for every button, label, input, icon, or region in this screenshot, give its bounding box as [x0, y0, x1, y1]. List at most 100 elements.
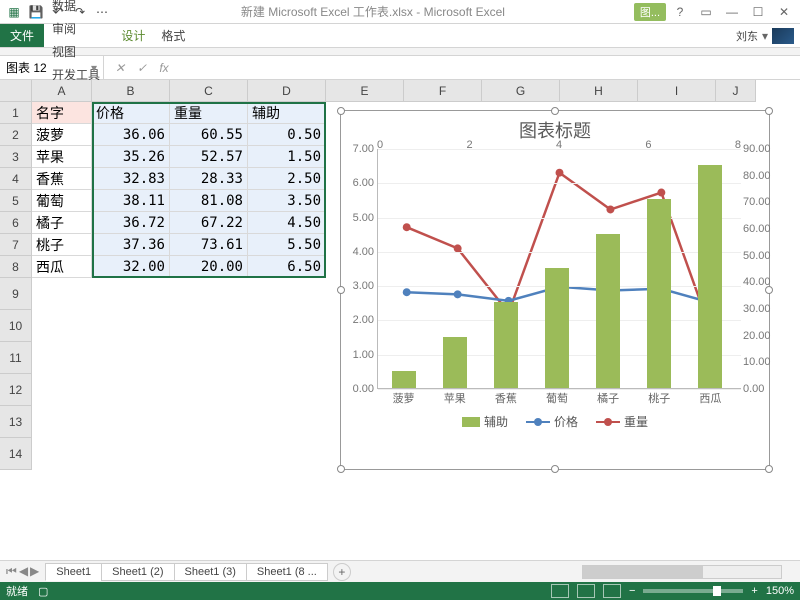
row-header-5[interactable]: 5: [0, 190, 32, 212]
col-header-H[interactable]: H: [560, 80, 638, 102]
legend-item[interactable]: 价格: [526, 413, 578, 430]
cell-C4[interactable]: 28.33: [170, 168, 248, 190]
record-macro-icon[interactable]: ▢: [38, 585, 48, 598]
row-header-2[interactable]: 2: [0, 124, 32, 146]
cell-D2[interactable]: 0.50: [248, 124, 326, 146]
close-icon[interactable]: ✕: [772, 2, 796, 22]
tab-设计[interactable]: 设计: [113, 24, 153, 47]
row-header-13[interactable]: 13: [0, 406, 32, 438]
embedded-chart[interactable]: 图表标题 02468 0.001.002.003.004.005.006.007…: [340, 110, 770, 470]
formula-input[interactable]: [180, 56, 800, 79]
cell-C1[interactable]: 重量: [170, 102, 248, 124]
cell-B8[interactable]: 32.00: [92, 256, 170, 278]
zoom-out-icon[interactable]: −: [629, 585, 635, 597]
user-name[interactable]: 刘东: [736, 28, 758, 44]
accept-formula-icon[interactable]: ✓: [134, 61, 150, 75]
cell-C6[interactable]: 67.22: [170, 212, 248, 234]
cell-A8[interactable]: 西瓜: [32, 256, 92, 278]
legend-item[interactable]: 重量: [596, 413, 648, 430]
cell-D3[interactable]: 1.50: [248, 146, 326, 168]
col-header-C[interactable]: C: [170, 80, 248, 102]
row-header-10[interactable]: 10: [0, 310, 32, 342]
view-page-layout-icon[interactable]: [577, 584, 595, 598]
chart-bar[interactable]: [698, 165, 722, 388]
cell-A4[interactable]: 香蕉: [32, 168, 92, 190]
zoom-in-icon[interactable]: +: [751, 585, 757, 597]
cancel-formula-icon[interactable]: ✕: [112, 61, 128, 75]
cell-D1[interactable]: 辅助: [248, 102, 326, 124]
cell-D7[interactable]: 5.50: [248, 234, 326, 256]
sheet-tab[interactable]: Sheet1 (2): [101, 563, 174, 581]
cell-B6[interactable]: 36.72: [92, 212, 170, 234]
user-dropdown-icon[interactable]: ▾: [762, 29, 768, 43]
fx-icon[interactable]: fx: [156, 61, 172, 75]
cell-A2[interactable]: 菠萝: [32, 124, 92, 146]
add-sheet-button[interactable]: +: [333, 563, 351, 581]
help-icon[interactable]: ?: [668, 2, 692, 22]
row-header-6[interactable]: 6: [0, 212, 32, 234]
row-header-1[interactable]: 1: [0, 102, 32, 124]
view-page-break-icon[interactable]: [603, 584, 621, 598]
tab-数据[interactable]: 数据: [44, 0, 113, 17]
cell-A5[interactable]: 葡萄: [32, 190, 92, 212]
cell-D8[interactable]: 6.50: [248, 256, 326, 278]
row-header-12[interactable]: 12: [0, 374, 32, 406]
sheet-nav-first-icon[interactable]: ⏮: [6, 564, 17, 579]
select-all-corner[interactable]: [0, 80, 32, 102]
tab-格式[interactable]: 格式: [153, 24, 193, 47]
tab-file[interactable]: 文件: [0, 24, 44, 47]
row-header-9[interactable]: 9: [0, 278, 32, 310]
legend-item[interactable]: 辅助: [462, 413, 508, 430]
cell-A7[interactable]: 桃子: [32, 234, 92, 256]
worksheet-grid[interactable]: ABCDEFGHIJ 1234567891011121314 名字价格重量辅助菠…: [0, 80, 800, 570]
sheet-tab[interactable]: Sheet1: [45, 563, 102, 581]
row-header-3[interactable]: 3: [0, 146, 32, 168]
cell-B1[interactable]: 价格: [92, 102, 170, 124]
horizontal-scrollbar[interactable]: [582, 565, 782, 579]
ribbon-options-icon[interactable]: ▭: [694, 2, 718, 22]
cell-A6[interactable]: 橘子: [32, 212, 92, 234]
cell-D6[interactable]: 4.50: [248, 212, 326, 234]
row-header-11[interactable]: 11: [0, 342, 32, 374]
cell-C5[interactable]: 81.08: [170, 190, 248, 212]
cell-C8[interactable]: 20.00: [170, 256, 248, 278]
chart-bar[interactable]: [443, 337, 467, 388]
col-header-A[interactable]: A: [32, 80, 92, 102]
chart-bar[interactable]: [545, 268, 569, 388]
cell-C2[interactable]: 60.55: [170, 124, 248, 146]
cell-D4[interactable]: 2.50: [248, 168, 326, 190]
cell-B4[interactable]: 32.83: [92, 168, 170, 190]
minimize-icon[interactable]: —: [720, 2, 744, 22]
col-header-J[interactable]: J: [716, 80, 756, 102]
row-header-7[interactable]: 7: [0, 234, 32, 256]
cell-A1[interactable]: 名字: [32, 102, 92, 124]
row-header-8[interactable]: 8: [0, 256, 32, 278]
cell-C7[interactable]: 73.61: [170, 234, 248, 256]
col-header-B[interactable]: B: [92, 80, 170, 102]
chart-bar[interactable]: [392, 371, 416, 388]
col-header-D[interactable]: D: [248, 80, 326, 102]
cell-B7[interactable]: 37.36: [92, 234, 170, 256]
zoom-level[interactable]: 150%: [766, 585, 794, 597]
maximize-icon[interactable]: ☐: [746, 2, 770, 22]
namebox-dropdown-icon[interactable]: ▾: [91, 61, 97, 75]
chart-bar[interactable]: [596, 234, 620, 388]
row-header-14[interactable]: 14: [0, 438, 32, 470]
col-header-F[interactable]: F: [404, 80, 482, 102]
avatar[interactable]: [772, 28, 794, 44]
col-header-I[interactable]: I: [638, 80, 716, 102]
zoom-slider[interactable]: [643, 589, 743, 593]
sheet-nav-prev-icon[interactable]: ◀: [19, 564, 28, 579]
cell-B3[interactable]: 35.26: [92, 146, 170, 168]
row-header-4[interactable]: 4: [0, 168, 32, 190]
sheet-tab[interactable]: Sheet1 (3): [174, 563, 247, 581]
save-icon[interactable]: 💾: [26, 2, 46, 22]
name-box[interactable]: 图表 12 ▾: [0, 56, 104, 79]
cell-B2[interactable]: 36.06: [92, 124, 170, 146]
col-header-E[interactable]: E: [326, 80, 404, 102]
chart-bar[interactable]: [647, 199, 671, 388]
cell-D5[interactable]: 3.50: [248, 190, 326, 212]
view-normal-icon[interactable]: [551, 584, 569, 598]
cell-B5[interactable]: 38.11: [92, 190, 170, 212]
cell-A3[interactable]: 苹果: [32, 146, 92, 168]
